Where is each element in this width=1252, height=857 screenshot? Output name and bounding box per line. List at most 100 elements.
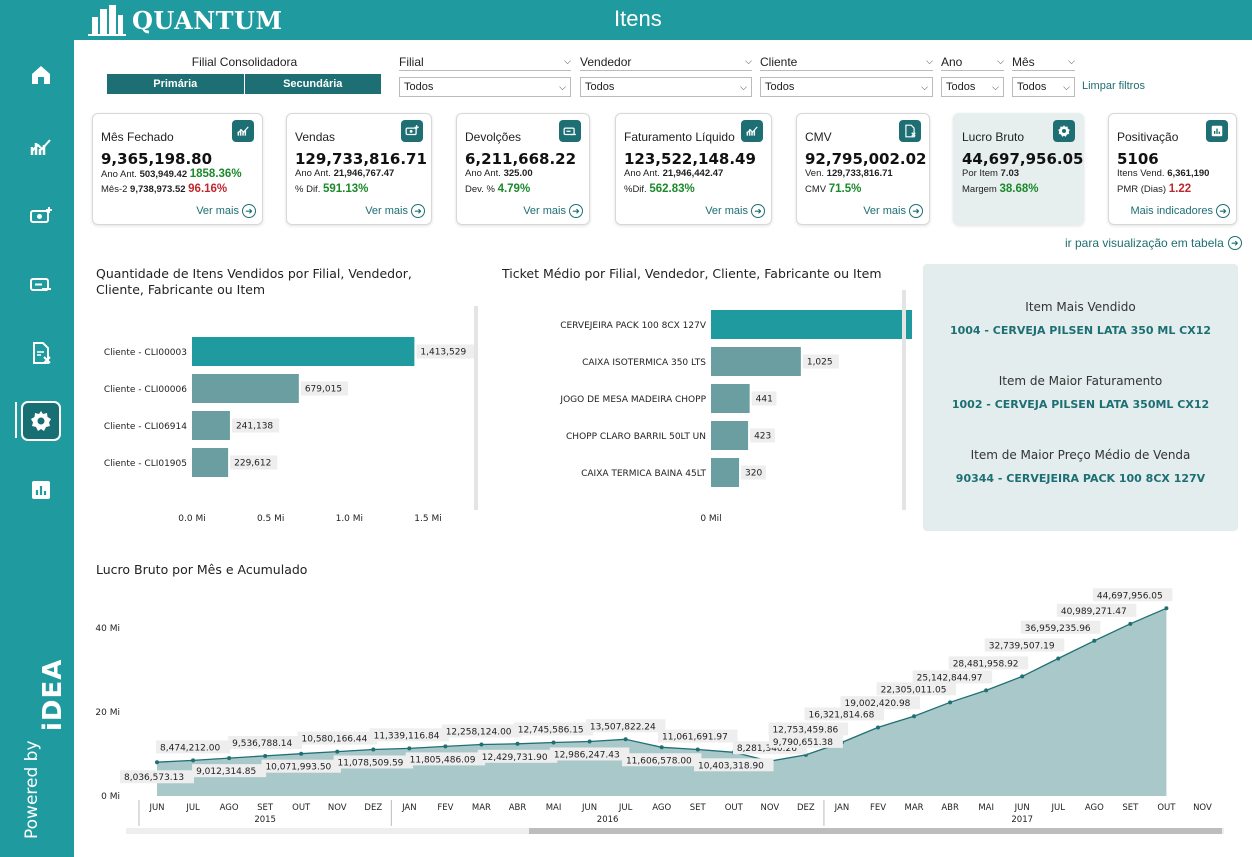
data-point bbox=[1164, 606, 1169, 611]
bar-category-label: CERVEJEIRA PACK 100 8CX 127V bbox=[560, 321, 707, 331]
money-minus-icon[interactable] bbox=[21, 264, 61, 304]
data-label: 241,138 bbox=[236, 422, 273, 432]
money-plus-icon[interactable] bbox=[401, 120, 423, 142]
kpi-more-link[interactable]: Ver mais ➜ bbox=[863, 204, 923, 218]
table-view-link[interactable]: ir para visualização em tabela ➜ bbox=[1065, 236, 1242, 250]
clear-filters-link[interactable]: Limpar filtros bbox=[1082, 80, 1145, 92]
document-x-icon[interactable] bbox=[899, 120, 921, 142]
bar bbox=[192, 448, 229, 477]
vendedor-value: Todos bbox=[585, 81, 615, 93]
bar-category-label: Cliente - CLI01905 bbox=[104, 459, 187, 469]
kpi-title: Vendas bbox=[295, 130, 336, 144]
kpi-detail-percent: 4.79% bbox=[497, 183, 531, 195]
kpi-more-link[interactable]: Ver mais ➜ bbox=[523, 204, 583, 218]
trend-chart-icon[interactable] bbox=[232, 120, 254, 142]
kpi-detail-value: 129,733,816.71 bbox=[826, 168, 893, 179]
kpi-more-link[interactable]: Ver mais ➜ bbox=[705, 204, 765, 218]
x-tick-label: 0.0 Mi bbox=[178, 514, 205, 524]
kpi-detail-line: Ano Ant. 21,946,442.47 bbox=[624, 168, 723, 179]
data-label: 16,321,814.68 bbox=[809, 710, 875, 720]
kpi-more-link[interactable]: Ver mais ➜ bbox=[196, 204, 256, 218]
filial-consolidadora: Filial Consolidadora Primária Secundária bbox=[107, 55, 382, 94]
info-panel: Item Mais Vendido 1004 - CERVEJA PILSEN … bbox=[923, 264, 1238, 531]
kpi-more-link[interactable]: Mais indicadores ➜ bbox=[1130, 204, 1230, 218]
trend-chart-icon[interactable] bbox=[741, 120, 763, 142]
x-tick-label: JAN bbox=[401, 803, 417, 813]
kpi-detail-line: PMR (Dias) 1.22 bbox=[1117, 183, 1191, 195]
data-label: 8,036,573.13 bbox=[124, 773, 184, 783]
kpi-more-link[interactable]: Ver mais ➜ bbox=[365, 204, 425, 218]
x-tick-label: OUT bbox=[1157, 803, 1176, 813]
data-label: 12,986,247.43 bbox=[554, 750, 620, 760]
kpi-value: 129,733,816.71 bbox=[295, 150, 427, 168]
data-point bbox=[623, 737, 628, 742]
bar-report-icon[interactable] bbox=[21, 470, 61, 510]
kpi-title: CMV bbox=[805, 130, 832, 144]
scrollbar bbox=[474, 306, 478, 510]
kpi-title: Devolções bbox=[465, 130, 522, 144]
secundaria-button[interactable]: Secundária bbox=[244, 74, 382, 94]
x-tick-label: DEZ bbox=[797, 803, 815, 813]
topbar: QUANTUM Itens bbox=[74, 0, 1252, 40]
bar-category-label: JOGO DE MESA MADEIRA CHOPP bbox=[559, 395, 706, 405]
x-tick-label: DEZ bbox=[364, 803, 382, 813]
data-label: 36,959,235.96 bbox=[1025, 624, 1091, 634]
year-label: 2015 bbox=[254, 815, 276, 825]
kpi-card[interactable]: Lucro Bruto 44,697,956.05 Por Item 7.03 Ma… bbox=[953, 113, 1084, 225]
kpi-detail-label: Dev. % bbox=[465, 184, 498, 195]
trend-chart-icon[interactable] bbox=[21, 127, 61, 167]
home-icon[interactable] bbox=[21, 55, 61, 95]
vendedor-filter[interactable]: Vendedor ⌵ Todos ⌵ bbox=[580, 55, 752, 97]
data-label: 320 bbox=[745, 469, 762, 479]
kpi-detail-label: Ano Ant. bbox=[101, 169, 140, 180]
kpi-card[interactable]: CMV 92,795,002.02 Ven. 129,733,816.71 CMV … bbox=[796, 113, 930, 225]
chevron-down-icon: ⌵ bbox=[559, 81, 566, 92]
kpi-detail-label: Ano Ant. bbox=[624, 168, 663, 179]
chart-title-lucro: Lucro Bruto por Mês e Acumulado bbox=[96, 562, 308, 577]
bar-category-label: Cliente - CLI00003 bbox=[104, 348, 187, 358]
kpi-detail-percent: 96.16% bbox=[188, 183, 228, 195]
y-tick-label: 20 Mi bbox=[95, 708, 120, 718]
gear-icon[interactable] bbox=[1053, 120, 1075, 142]
filial-label: Filial bbox=[399, 54, 424, 69]
primaria-button[interactable]: Primária bbox=[107, 74, 245, 94]
data-label: 12,258,124.00 bbox=[446, 728, 512, 738]
chart-lucro-bruto: 0 Mi 20 Mi 40 Mi 8,036,573.13 8,474,212.00 9,… bbox=[95, 588, 1224, 834]
kpi-detail-label: %Dif. bbox=[624, 184, 650, 195]
kpi-detail-line: Ano Ant. 21,946,767.47 bbox=[295, 168, 394, 179]
kpi-card[interactable]: Positivação 5106 Itens Vend. 6,361,190 PMR… bbox=[1108, 113, 1237, 225]
y-tick-label: 0 Mi bbox=[101, 792, 120, 802]
document-x-icon[interactable] bbox=[21, 333, 61, 373]
bar-report-icon[interactable] bbox=[1206, 120, 1228, 142]
bar bbox=[192, 411, 230, 440]
kpi-detail-value: 503,949.42 bbox=[139, 169, 190, 180]
data-point bbox=[1128, 621, 1133, 626]
money-minus-icon[interactable] bbox=[559, 120, 581, 142]
bar-category-label: CAIXA ISOTERMICA 350 LTS bbox=[582, 358, 706, 368]
kpi-card[interactable]: Faturamento Líquido 123,522,148.49 Ano Ant… bbox=[615, 113, 772, 225]
mes-filter[interactable]: Mês ⌵ Todos ⌵ bbox=[1012, 55, 1075, 97]
data-point bbox=[587, 739, 592, 744]
data-label: 40,989,271.47 bbox=[1061, 607, 1127, 617]
powered-by: Powered by iDEA bbox=[8, 659, 68, 843]
kpi-detail-label: Mês-2 bbox=[101, 184, 131, 195]
x-tick-label: 0.5 Mi bbox=[257, 514, 284, 524]
filial-value: Todos bbox=[404, 81, 434, 93]
ano-filter[interactable]: Ano ⌵ Todos ⌵ bbox=[941, 55, 1004, 97]
gear-icon[interactable] bbox=[21, 401, 61, 441]
data-label: 12,745,586.15 bbox=[518, 725, 584, 735]
kpi-card[interactable]: Mês Fechado 9,365,198.80 Ano Ant. 503,949.… bbox=[92, 113, 263, 225]
bar bbox=[192, 337, 415, 366]
x-tick-label: JUL bbox=[185, 803, 200, 813]
logo-text: QUANTUM bbox=[132, 5, 283, 35]
kpi-detail-line: Mês-2 9,738,973.52 96.16% bbox=[101, 183, 227, 195]
info-label-maior-faturamento: Item de Maior Faturamento bbox=[998, 374, 1163, 388]
filial-filter[interactable]: Filial ⌵ Todos ⌵ bbox=[399, 55, 571, 97]
money-plus-icon[interactable] bbox=[21, 196, 61, 236]
x-tick-label: AGO bbox=[220, 803, 239, 813]
data-label: 9,536,788.14 bbox=[232, 739, 292, 749]
kpi-card[interactable]: Devolções 6,211,668.22 Ano Ant. 325.00 Dev… bbox=[456, 113, 590, 225]
cliente-filter[interactable]: Cliente ⌵ Todos ⌵ bbox=[760, 55, 933, 97]
bar bbox=[192, 374, 299, 403]
kpi-card[interactable]: Vendas 129,733,816.71 Ano Ant. 21,946,767.… bbox=[286, 113, 432, 225]
